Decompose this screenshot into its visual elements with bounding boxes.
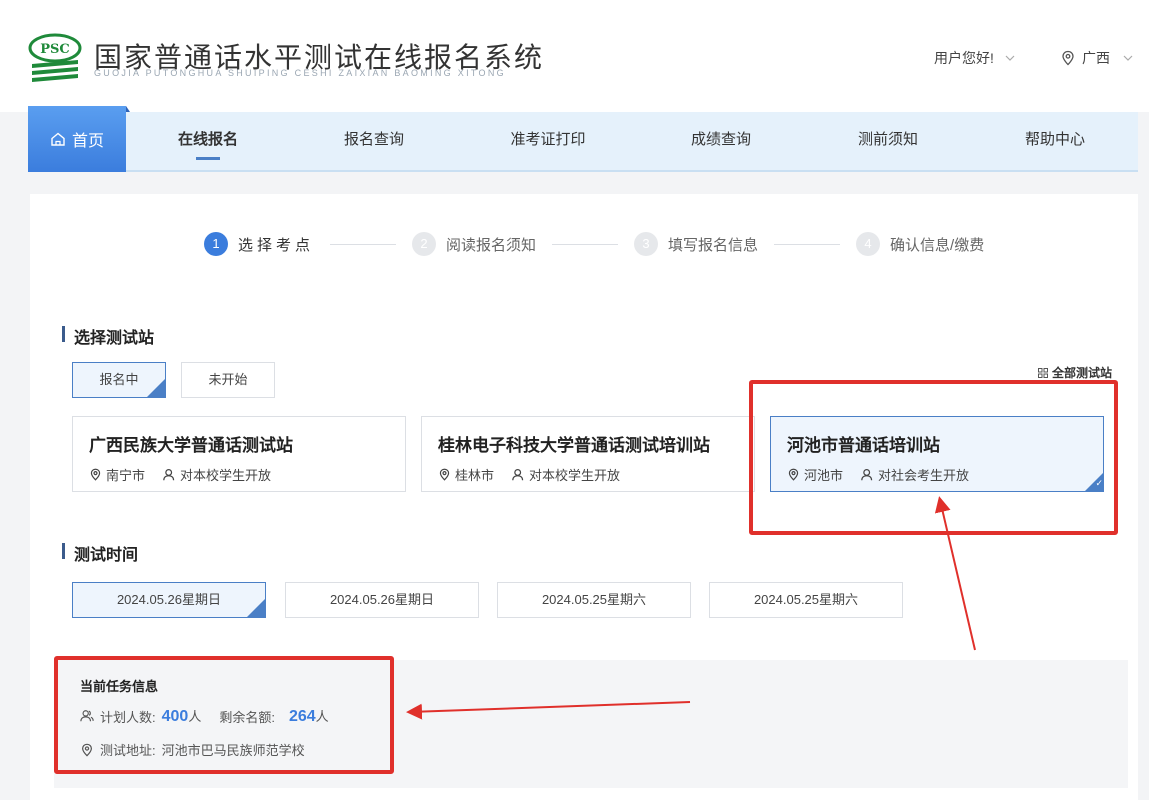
step-1: 1 选择考点	[204, 232, 314, 256]
site-title-pinyin: GUOJIA PUTONGHUA SHUIPING CESHI ZAIXIAN …	[94, 68, 506, 78]
nav-test-notice[interactable]: 测前须知	[828, 112, 948, 170]
step-label: 确认信息/缴费	[890, 236, 985, 254]
selected-check-icon	[146, 378, 166, 418]
site-card[interactable]: 广西民族大学普通话测试站 南宁市 对本校学生开放	[72, 416, 406, 492]
svg-text:PSC: PSC	[40, 42, 70, 57]
time-slot[interactable]: 2024.05.26星期日	[72, 582, 266, 638]
user-greeting: 用户您好!	[934, 50, 994, 66]
region-label: 广西	[1082, 50, 1110, 66]
nav-registration-query[interactable]: 报名查询	[314, 112, 434, 170]
chevron-down-icon	[1123, 55, 1133, 61]
time-slot[interactable]: 2024.05.26星期日	[285, 582, 479, 618]
header: PSC 国家普通话水平测试在线报名系统 GUOJIA PUTONGHUA SHU…	[0, 0, 1149, 112]
step-number: 3	[634, 232, 659, 256]
tab-open-registration[interactable]: 报名中	[72, 362, 166, 418]
selected-check-icon	[246, 598, 266, 638]
step-number: 4	[856, 232, 881, 256]
tab-label: 报名中	[99, 372, 139, 387]
nav-home[interactable]: 首页	[28, 106, 130, 172]
site-section-title: 选择测试站	[62, 324, 154, 348]
step-3: 3 填写报名信息	[634, 232, 758, 256]
time-slot-label: 2024.05.25星期六	[541, 592, 647, 607]
tab-not-started[interactable]: 未开始	[181, 362, 275, 398]
step-divider	[552, 243, 619, 245]
site-meta: 南宁市 对本校学生开放	[89, 465, 271, 484]
site-audience: 对本校学生开放	[529, 468, 621, 483]
time-section-title: 测试时间	[62, 541, 138, 565]
tab-label: 未开始	[208, 372, 248, 387]
annotation-highlight-box	[749, 380, 1118, 535]
step-number: 1	[204, 232, 228, 256]
step-number: 2	[412, 232, 437, 256]
user-icon	[512, 469, 524, 481]
nav-admission-ticket[interactable]: 准考证打印	[488, 112, 608, 170]
site-card[interactable]: 桂林电子科技大学普通话测试培训站 桂林市 对本校学生开放	[421, 416, 755, 492]
site-audience: 对本校学生开放	[180, 468, 272, 483]
user-menu[interactable]: 用户您好!	[934, 48, 1016, 68]
time-slot[interactable]: 2024.05.25星期六	[709, 582, 903, 618]
site-city: 南宁市	[106, 468, 146, 483]
site-name: 桂林电子科技大学普通话测试培训站	[438, 436, 710, 455]
all-sites-link[interactable]: 全部测试站	[1038, 364, 1112, 381]
user-icon	[163, 469, 175, 481]
all-sites-label: 全部测试站	[1052, 366, 1113, 380]
time-slot-label: 2024.05.25星期六	[753, 592, 859, 607]
step-label: 填写报名信息	[668, 236, 759, 254]
nav-online-registration[interactable]: 在线报名	[148, 112, 268, 170]
chevron-down-icon	[1005, 55, 1015, 61]
time-slot-label: 2024.05.26星期日	[116, 592, 222, 607]
time-slot[interactable]: 2024.05.25星期六	[497, 582, 691, 618]
annotation-highlight-box	[54, 656, 394, 774]
site-meta: 桂林市 对本校学生开放	[438, 465, 620, 484]
main-nav: 首页 在线报名 报名查询 准考证打印 成绩查询 测前须知 帮助中心	[28, 106, 1138, 172]
nav-score-query[interactable]: 成绩查询	[661, 112, 781, 170]
region-selector[interactable]: 广西	[1060, 48, 1134, 68]
step-label: 阅读报名须知	[446, 236, 537, 254]
step-divider	[330, 243, 397, 245]
nav-home-label: 首页	[71, 133, 104, 150]
site-city: 桂林市	[455, 468, 495, 483]
location-pin-icon	[1062, 50, 1074, 66]
home-icon	[51, 132, 65, 146]
grid-icon	[1038, 367, 1048, 378]
location-pin-icon	[90, 468, 101, 481]
step-label: 选择考点	[238, 236, 315, 254]
nav-help-center[interactable]: 帮助中心	[995, 112, 1115, 170]
step-4: 4 确认信息/缴费	[856, 232, 984, 256]
site-name: 广西民族大学普通话测试站	[89, 436, 293, 455]
step-2: 2 阅读报名须知	[412, 232, 536, 256]
psc-logo-icon: PSC	[28, 33, 82, 82]
step-divider	[774, 243, 841, 245]
progress-steps: 1 选择考点 2 阅读报名须知 3 填写报名信息 4 确认信息/缴费	[204, 232, 984, 256]
location-pin-icon	[439, 468, 450, 481]
time-slot-label: 2024.05.26星期日	[329, 592, 435, 607]
